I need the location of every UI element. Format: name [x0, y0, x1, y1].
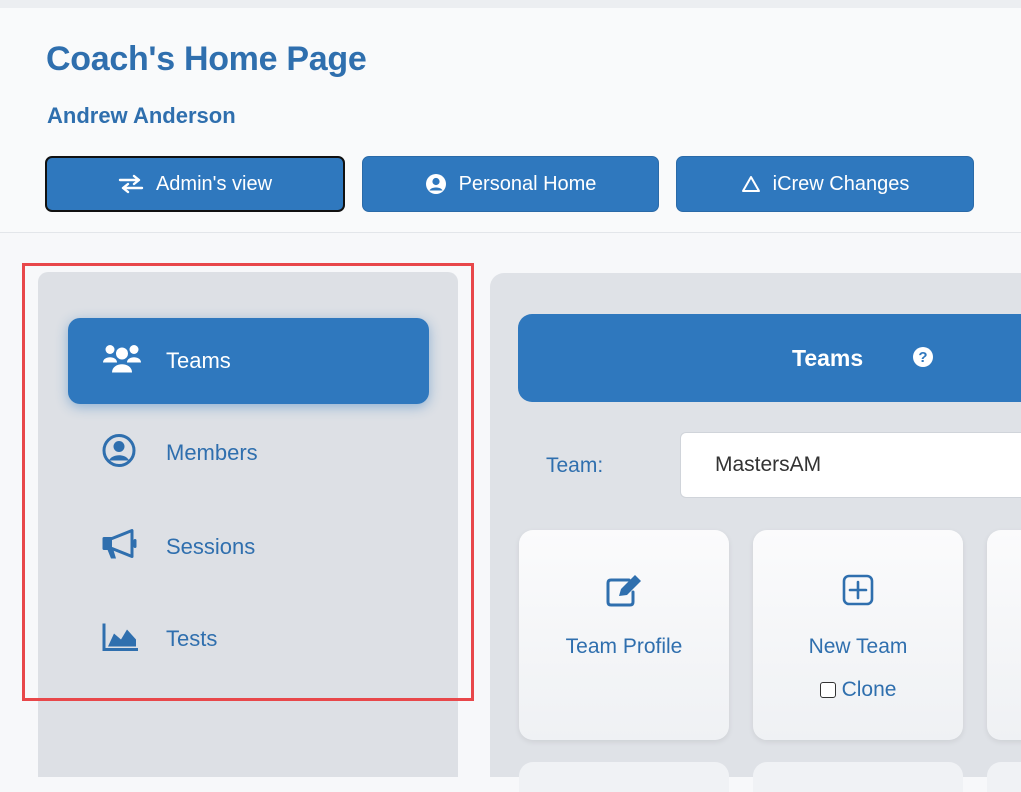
card-label: New Team: [808, 635, 908, 658]
megaphone-icon: [102, 529, 140, 566]
coach-name: Andrew Anderson: [47, 103, 236, 128]
personal-home-button[interactable]: Personal Home: [362, 156, 659, 212]
area-chart-icon: [102, 622, 140, 657]
triangle-icon: [741, 175, 761, 193]
edit-icon: [605, 574, 643, 613]
sidebar-item-label: Tests: [166, 626, 218, 651]
help-icon[interactable]: ?: [912, 346, 934, 373]
clone-option: Clone: [753, 678, 963, 702]
personal-home-label: Personal Home: [458, 172, 597, 195]
card-row-2: [519, 762, 729, 792]
card-row-2: [987, 762, 1021, 792]
svg-text:?: ?: [918, 349, 927, 366]
user-circle-icon: [102, 434, 136, 473]
sidebar-item-label: Teams: [166, 348, 231, 373]
sidebar-item-sessions[interactable]: Sessions: [68, 504, 429, 590]
team-select[interactable]: MastersAM: [680, 432, 1021, 498]
card-row-2: [753, 762, 963, 792]
partial-card[interactable]: [987, 530, 1021, 740]
admin-view-button[interactable]: Admin's view: [45, 156, 345, 212]
icrew-changes-button[interactable]: iCrew Changes: [676, 156, 974, 212]
card-label: Team Profile: [565, 635, 683, 658]
clone-label: Clone: [841, 678, 897, 701]
admin-view-label: Admin's view: [155, 172, 273, 195]
user-circle-icon: [425, 173, 447, 195]
new-team-card[interactable]: New Team Clone: [753, 530, 963, 740]
sidebar-item-label: Sessions: [166, 534, 256, 559]
team-field-label: Team:: [546, 454, 604, 477]
section-header: Teams ?: [518, 314, 1021, 402]
swap-arrows-icon: [118, 174, 144, 194]
icrew-changes-label: iCrew Changes: [772, 172, 910, 195]
top-strip: [0, 0, 1021, 8]
sidebar-item-tests[interactable]: Tests: [68, 596, 429, 682]
sidebar-item-label: Members: [166, 440, 258, 465]
users-group-icon: [102, 344, 142, 379]
sidebar-item-teams[interactable]: Teams: [68, 318, 429, 404]
section-title: Teams: [792, 344, 864, 371]
plus-square-icon: [842, 574, 874, 611]
sidebar-item-members[interactable]: Members: [68, 410, 429, 496]
clone-checkbox[interactable]: [819, 682, 836, 698]
team-profile-card[interactable]: Team Profile: [519, 530, 729, 740]
page-title: Coach's Home Page: [46, 40, 367, 78]
